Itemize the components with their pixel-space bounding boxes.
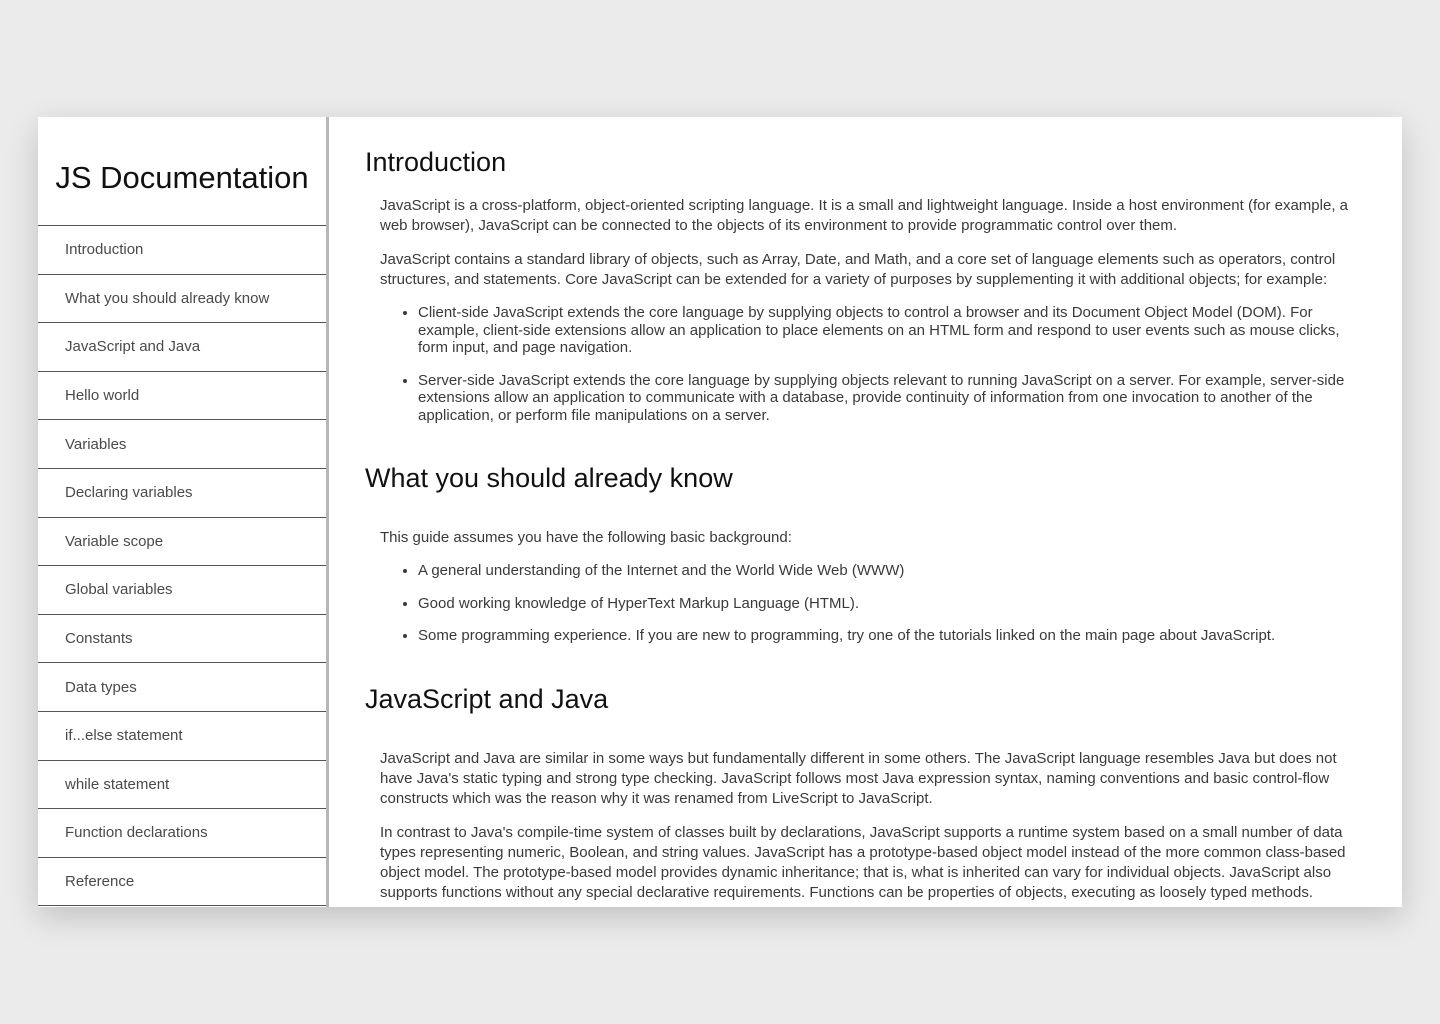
nav-link-function-declarations[interactable]: Function declarations	[38, 809, 326, 858]
nav-link-while-statement[interactable]: while statement	[38, 761, 326, 810]
nav-link-data-types[interactable]: Data types	[38, 663, 326, 712]
section-javascript-and-java: JavaScript and Java JavaScript and Java …	[365, 683, 1358, 903]
list-item: Client-side JavaScript extends the core …	[418, 304, 1358, 357]
nav-link-javascript-and-java[interactable]: JavaScript and Java	[38, 323, 326, 372]
nav-list-entry: while statement	[38, 761, 326, 810]
section-paragraph: This guide assumes you have the followin…	[380, 529, 792, 546]
nav-list-entry: Reference	[38, 858, 326, 907]
nav-list: Introduction What you should already kno…	[38, 226, 326, 907]
documentation-page: JS Documentation Introduction What you s…	[38, 117, 1402, 907]
list-item: Server-side JavaScript extends the core …	[418, 372, 1358, 425]
list-item: Good working knowledge of HyperText Mark…	[418, 595, 1358, 613]
list-item: Some programming experience. If you are …	[418, 627, 1358, 645]
section-heading: What you should already know	[365, 463, 733, 493]
section-paragraph: JavaScript is a cross-platform, object-o…	[380, 197, 1348, 234]
nav-list-entry: Data types	[38, 663, 326, 712]
main-content[interactable]: Introduction JavaScript is a cross-platf…	[329, 117, 1402, 907]
nav-list-entry: Variable scope	[38, 518, 326, 567]
nav-list-entry: JavaScript and Java	[38, 323, 326, 372]
nav-link-if-else-statement[interactable]: if...else statement	[38, 712, 326, 761]
sidebar-title: JS Documentation	[38, 117, 326, 226]
nav-list-entry: Declaring variables	[38, 469, 326, 518]
list-item: A general understanding of the Internet …	[418, 562, 1358, 580]
section-heading: JavaScript and Java	[365, 683, 609, 714]
section-heading: Introduction	[365, 147, 507, 177]
nav-link-variables[interactable]: Variables	[38, 420, 326, 469]
nav-list-entry: Introduction	[38, 226, 326, 275]
nav-link-variable-scope[interactable]: Variable scope	[38, 518, 326, 567]
nav-list-entry: if...else statement	[38, 712, 326, 761]
nav-list-entry: Hello world	[38, 372, 326, 421]
nav-list-entry: What you should already know	[38, 275, 326, 324]
sidebar-nav: JS Documentation Introduction What you s…	[38, 117, 329, 907]
section-introduction: Introduction JavaScript is a cross-platf…	[365, 146, 1358, 424]
nav-link-what-you-should-already-know[interactable]: What you should already know	[38, 275, 326, 324]
nav-link-global-variables[interactable]: Global variables	[38, 566, 326, 615]
nav-link-hello-world[interactable]: Hello world	[38, 372, 326, 421]
nav-list-entry: Global variables	[38, 566, 326, 615]
nav-link-declaring-variables[interactable]: Declaring variables	[38, 469, 326, 518]
section-paragraph: JavaScript contains a standard library o…	[380, 251, 1336, 288]
nav-list-entry: Function declarations	[38, 809, 326, 858]
bullet-list: Client-side JavaScript extends the core …	[380, 304, 1358, 424]
nav-link-introduction[interactable]: Introduction	[38, 226, 326, 275]
section-paragraph: JavaScript and Java are similar in some …	[380, 749, 1337, 807]
nav-link-constants[interactable]: Constants	[38, 615, 326, 664]
bullet-list: A general understanding of the Internet …	[380, 562, 1358, 645]
nav-list-entry: Variables	[38, 420, 326, 469]
nav-list-entry: Constants	[38, 615, 326, 664]
section-paragraph: In contrast to Java's compile-time syste…	[380, 823, 1346, 901]
section-what-you-should-already-know: What you should already know This guide …	[365, 462, 1358, 645]
nav-link-reference[interactable]: Reference	[38, 858, 326, 907]
